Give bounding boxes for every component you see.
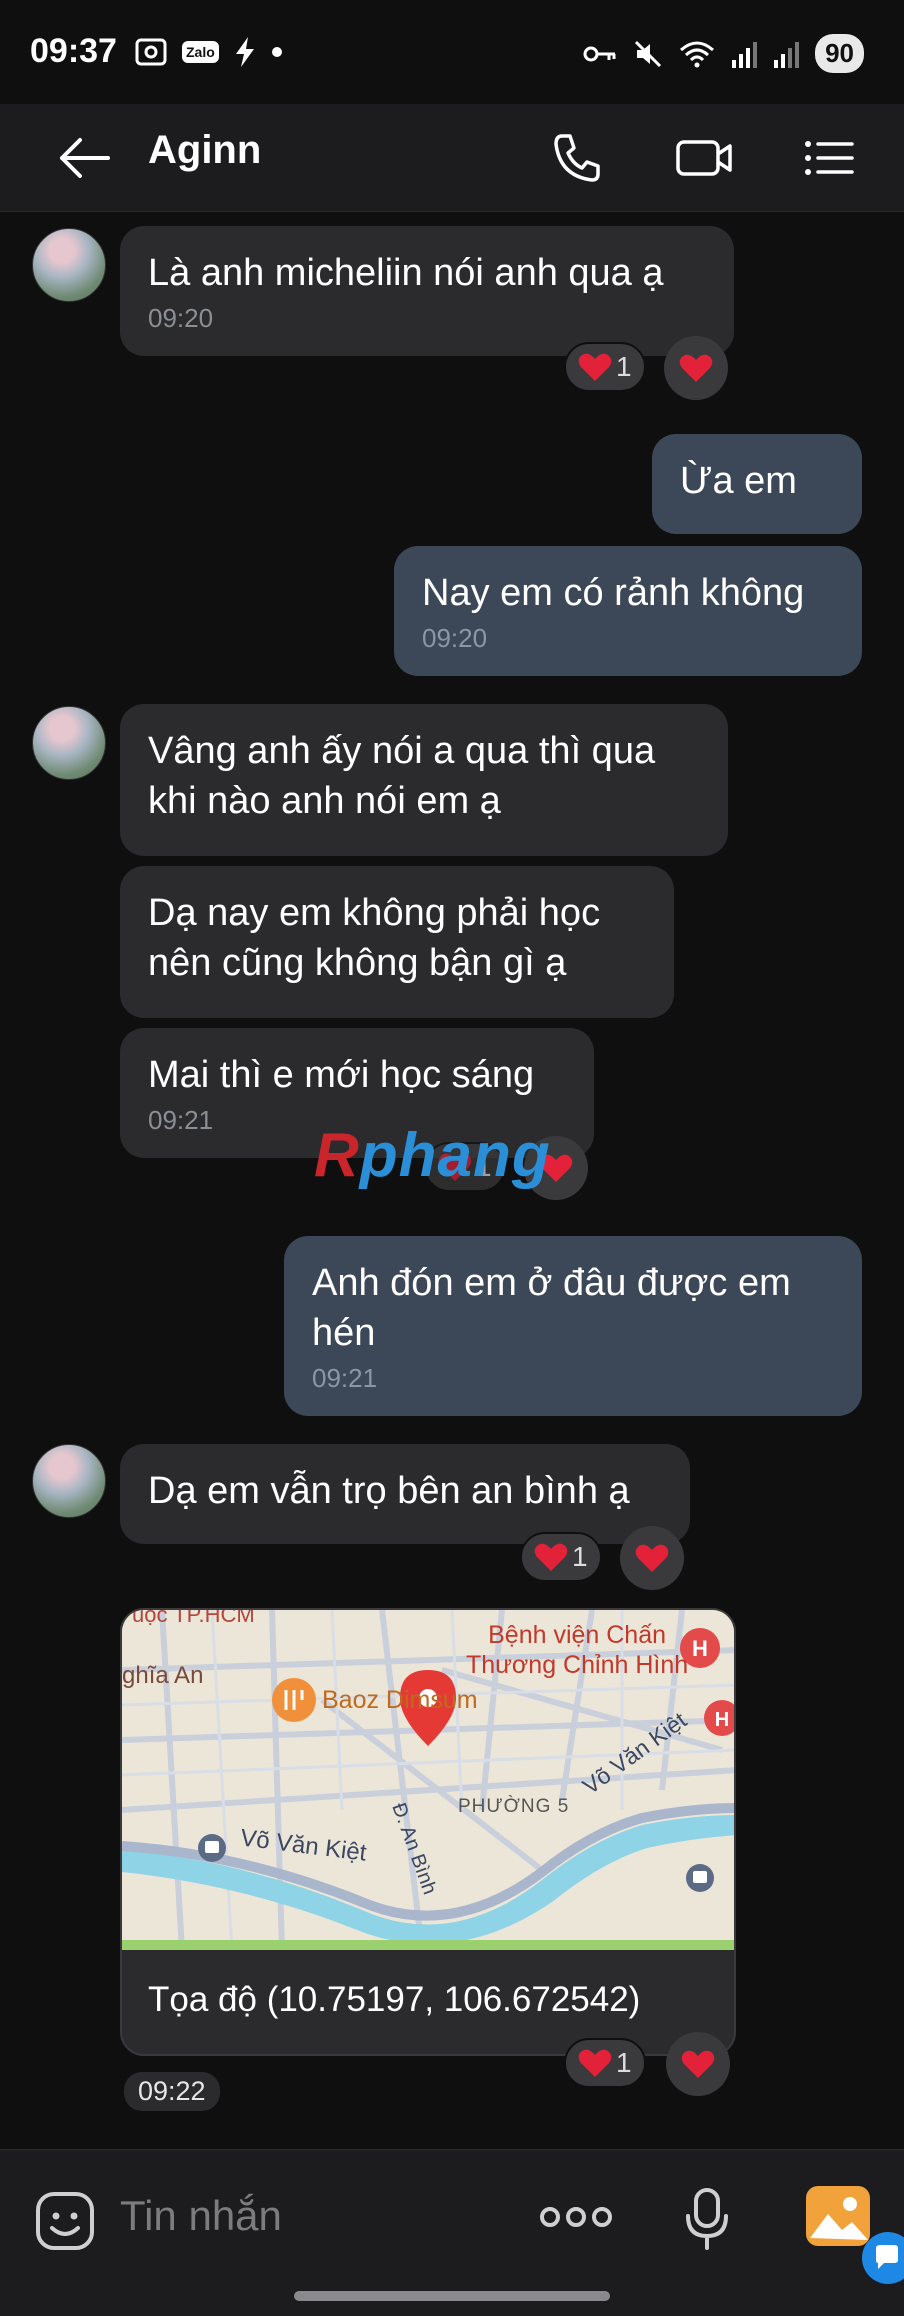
charging-bolt-icon (235, 37, 254, 67)
battery-indicator: 90 (815, 34, 864, 73)
message-text: Ừa em (680, 460, 797, 502)
message-text: Là anh micheliin nói anh qua ạ (148, 252, 664, 294)
call-button[interactable] (548, 130, 604, 186)
message-bubble-incoming[interactable]: Dạ nay em không phải học nên cũng không … (120, 866, 674, 1018)
svg-text:H: H (715, 1709, 729, 1731)
reaction-count[interactable]: 1 (564, 2038, 646, 2088)
map-label-ward: PHƯỜNG 5 (458, 1796, 570, 1817)
sticker-button[interactable] (34, 2190, 96, 2257)
map-label-area: ghĩa An (122, 1662, 204, 1689)
heart-icon (578, 353, 612, 381)
home-indicator[interactable] (294, 2291, 610, 2301)
message-bubble-outgoing[interactable]: Nay em có rảnh không 09:20 (394, 546, 862, 676)
more-button[interactable] (540, 2202, 612, 2237)
map-label-hospital: Bệnh viện Chấn Thương Chỉnh Hình (466, 1620, 688, 1680)
message-input[interactable]: Tin nhắn (120, 2192, 282, 2240)
back-button[interactable] (56, 130, 112, 186)
avatar[interactable] (32, 228, 106, 302)
heart-icon (534, 1543, 568, 1571)
map-preview[interactable]: H H uọc TP.HCM Bệnh viện Chấn Thương Chỉ… (122, 1610, 734, 1950)
watermark-r: R (314, 1121, 360, 1190)
menu-list-icon (805, 141, 854, 175)
reaction-number: 1 (572, 1541, 588, 1572)
status-icons-right: 90 (583, 34, 864, 73)
menu-button[interactable] (800, 130, 856, 186)
screenshot-icon (135, 38, 167, 66)
reaction-count[interactable]: 1 (520, 1532, 602, 1582)
message-time: 09:21 (312, 1363, 378, 1393)
more-icon (540, 2207, 612, 2227)
wifi-icon (680, 41, 715, 67)
message-time: 09:20 (148, 303, 214, 333)
message-text-line-1: Anh đón em ở đâu được em (312, 1262, 791, 1304)
zalo-app-icon: Zalo (182, 41, 219, 63)
image-button[interactable] (804, 2184, 874, 2255)
svg-text:H: H (692, 1636, 708, 1661)
avatar[interactable] (32, 706, 106, 780)
voice-button[interactable] (684, 2186, 730, 2257)
image-icon (806, 2186, 870, 2246)
message-bubble-outgoing[interactable]: Ừa em (652, 434, 862, 534)
chat-bubble-icon (876, 2245, 898, 2269)
react-button[interactable] (664, 336, 728, 400)
message-bubble-incoming[interactable]: Là anh micheliin nói anh qua ạ 09:20 (120, 226, 734, 356)
message-bubble-incoming[interactable]: Vâng anh ấy nói a qua thì qua khi nào an… (120, 704, 728, 856)
reaction-number: 1 (616, 2047, 632, 2078)
back-arrow-icon (60, 138, 110, 178)
phone-icon (554, 134, 600, 182)
status-bar: 09:37 Zalo 90 (0, 0, 904, 104)
reaction-number: 1 (616, 351, 632, 382)
message-bubble-outgoing[interactable]: Anh đón em ở đâu được em hén 09:21 (284, 1236, 862, 1416)
message-text-line-2: hén (312, 1312, 376, 1354)
message-text-line-2: nên cũng không bận gì ạ (148, 942, 567, 984)
heart-icon (679, 354, 713, 382)
heart-icon (635, 1544, 669, 1572)
avatar[interactable] (32, 1444, 106, 1518)
message-text: Dạ em vẫn trọ bên an bình ạ (148, 1470, 630, 1512)
watermark-logo: Rphang (314, 1120, 551, 1191)
message-time-chip: 09:22 (124, 2072, 220, 2111)
react-button[interactable] (620, 1526, 684, 1590)
hospital-line-1: Bệnh viện Chấn (488, 1621, 667, 1649)
mute-icon (635, 40, 662, 67)
chat-header: Aginn (0, 104, 904, 212)
react-button[interactable] (666, 2032, 730, 2096)
video-icon (676, 140, 732, 176)
video-call-button[interactable] (674, 130, 732, 186)
message-text-line-1: Vâng anh ấy nói a qua thì qua (148, 730, 656, 772)
message-time: 09:20 (422, 623, 488, 653)
dot-icon (271, 47, 282, 57)
location-card[interactable]: H H uọc TP.HCM Bệnh viện Chấn Thương Chỉ… (120, 1608, 736, 2056)
mic-icon (686, 2188, 728, 2250)
chat-bubble-fab[interactable] (862, 2232, 904, 2284)
hospital-line-2: Thương Chỉnh Hình (466, 1651, 689, 1679)
message-text: Mai thì e mới học sáng (148, 1054, 535, 1096)
reaction-count[interactable]: 1 (564, 342, 646, 392)
key-icon (583, 46, 616, 61)
message-text-line-1: Dạ nay em không phải học (148, 892, 601, 934)
contact-name[interactable]: Aginn (148, 128, 261, 173)
status-time: 09:37 (30, 32, 117, 70)
map-label-top: uọc TP.HCM (132, 1610, 255, 1627)
message-text: Nay em có rảnh không (422, 572, 805, 614)
message-bubble-incoming[interactable]: Dạ em vẫn trọ bên an bình ạ (120, 1444, 690, 1544)
watermark-rest: phang (359, 1121, 551, 1190)
message-text-line-2: khi nào anh nói em ạ (148, 780, 501, 822)
sticker-icon (36, 2192, 94, 2250)
heart-icon (578, 2049, 612, 2077)
signal-icon (732, 41, 758, 68)
map-label-restaurant: Baoz Dimsum (322, 1686, 478, 1714)
location-coordinates: Tọa độ (10.75197, 106.672542) (148, 1980, 641, 2019)
signal-icon-2 (774, 41, 800, 68)
heart-icon (681, 2050, 715, 2078)
status-icons-left: Zalo (134, 36, 283, 68)
